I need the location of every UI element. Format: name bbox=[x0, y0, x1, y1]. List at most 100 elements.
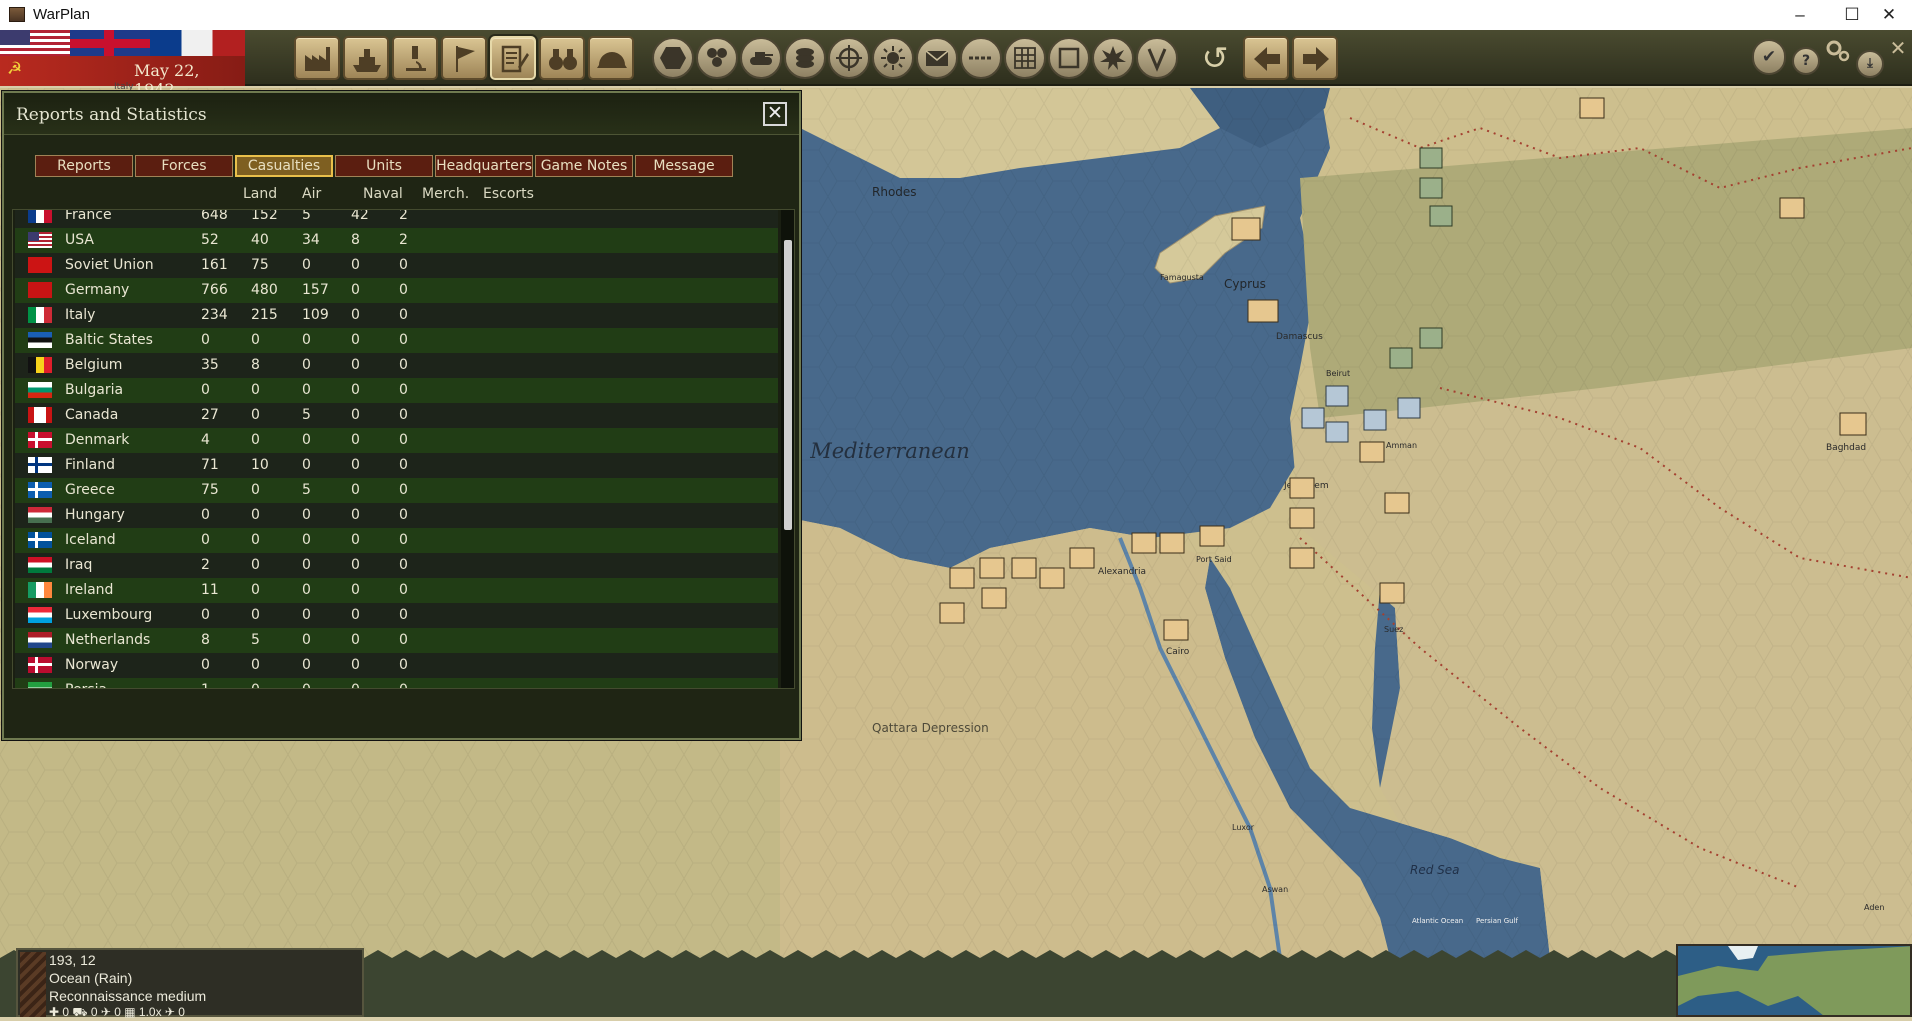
fr-flag-icon bbox=[28, 210, 52, 223]
previous-unit-button[interactable] bbox=[1243, 36, 1289, 80]
no-flag-icon bbox=[28, 657, 52, 673]
reports-button[interactable] bbox=[490, 36, 536, 80]
label-famagusta: Famagusta bbox=[1160, 273, 1204, 282]
label-damascus: Damascus bbox=[1276, 332, 1323, 342]
dk-flag-icon bbox=[28, 432, 52, 448]
table-row[interactable]: USA 52 40 34 8 2 bbox=[15, 228, 778, 253]
window-close-button[interactable]: ✕ bbox=[1866, 0, 1912, 30]
cell-escorts: 0 bbox=[399, 607, 408, 623]
french-flag-icon bbox=[150, 30, 245, 57]
ir-flag-icon bbox=[28, 682, 52, 688]
uk-flag-icon bbox=[70, 30, 150, 57]
victory-button[interactable] bbox=[1136, 37, 1178, 79]
tab-game-notes[interactable]: Game Notes bbox=[535, 155, 633, 177]
end-turn-button[interactable]: ✔ bbox=[1752, 39, 1786, 75]
arrow-right-icon bbox=[1303, 47, 1329, 71]
table-row[interactable]: Norway 0 0 0 0 0 bbox=[15, 653, 778, 678]
tab-forces[interactable]: Forces bbox=[135, 155, 233, 177]
intelligence-button[interactable] bbox=[539, 36, 585, 80]
terrain-texture-icon bbox=[20, 952, 46, 1017]
supply-line-icon bbox=[969, 56, 993, 60]
panel-close-button[interactable]: ✕ bbox=[763, 102, 787, 126]
table-row[interactable]: Italy 234 215 109 0 0 bbox=[15, 303, 778, 328]
table-row[interactable]: Hungary 0 0 0 0 0 bbox=[15, 503, 778, 528]
label-amman: Amman bbox=[1386, 441, 1417, 450]
undo-button[interactable]: ↺ bbox=[1197, 38, 1233, 78]
cell-land: 0 bbox=[201, 607, 210, 623]
hex-terrain: Ocean (Rain) bbox=[49, 970, 133, 986]
table-row[interactable]: Germany 766 480 157 0 0 bbox=[15, 278, 778, 303]
scrollbar-thumb[interactable] bbox=[784, 240, 792, 530]
window-title: WarPlan bbox=[33, 6, 90, 23]
cell-escorts: 0 bbox=[399, 282, 408, 298]
army-button[interactable] bbox=[588, 36, 634, 80]
casualties-table[interactable]: France 648 152 5 42 2 USA 52 40 34 8 2 Soviet Union 1… bbox=[12, 209, 795, 689]
armor-filter-button[interactable] bbox=[740, 37, 782, 79]
cell-land: 234 bbox=[201, 307, 228, 323]
help-button[interactable]: ? bbox=[1792, 47, 1820, 75]
settings-button[interactable] bbox=[1824, 36, 1852, 64]
target-button[interactable] bbox=[828, 37, 870, 79]
cell-merch: 0 bbox=[351, 307, 360, 323]
supply-button[interactable] bbox=[784, 37, 826, 79]
table-scrollbar[interactable] bbox=[781, 210, 794, 688]
table-row[interactable]: Netherlands 8 5 0 0 0 bbox=[15, 628, 778, 653]
research-button[interactable] bbox=[392, 36, 438, 80]
cell-air: 0 bbox=[251, 532, 260, 548]
minimap[interactable] bbox=[1676, 944, 1912, 1017]
minimize-button[interactable]: – bbox=[1777, 0, 1823, 30]
cell-merch: 0 bbox=[351, 457, 360, 473]
table-row[interactable]: Luxembourg 0 0 0 0 0 bbox=[15, 603, 778, 628]
table-row[interactable]: Iceland 0 0 0 0 0 bbox=[15, 528, 778, 553]
table-row[interactable]: Iraq 2 0 0 0 0 bbox=[15, 553, 778, 578]
table-row[interactable]: Denmark 4 0 0 0 0 bbox=[15, 428, 778, 453]
diplomacy-button[interactable] bbox=[441, 36, 487, 80]
messages-button[interactable] bbox=[916, 37, 958, 79]
weather-button[interactable] bbox=[872, 37, 914, 79]
label-cairo: Cairo bbox=[1166, 647, 1190, 657]
save-button[interactable]: ⤓ bbox=[1856, 50, 1884, 78]
hex-button[interactable] bbox=[652, 37, 694, 79]
table-row[interactable]: Belgium 35 8 0 0 0 bbox=[15, 353, 778, 378]
cell-merch: 0 bbox=[351, 657, 360, 673]
cell-escorts: 0 bbox=[399, 382, 408, 398]
cell-land: 27 bbox=[201, 407, 219, 423]
table-row[interactable]: Baltic States 0 0 0 0 0 bbox=[15, 328, 778, 353]
next-unit-button[interactable] bbox=[1292, 36, 1338, 80]
cell-escorts: 0 bbox=[399, 457, 408, 473]
table-row[interactable]: Bulgaria 0 0 0 0 0 bbox=[15, 378, 778, 403]
table-row[interactable]: Finland 71 10 0 0 0 bbox=[15, 453, 778, 478]
label-port-said: Port Said bbox=[1196, 555, 1232, 564]
tab-units[interactable]: Units bbox=[335, 155, 433, 177]
hexes-button[interactable] bbox=[696, 37, 738, 79]
table-row[interactable]: Canada 27 0 5 0 0 bbox=[15, 403, 778, 428]
supply-lines-button[interactable] bbox=[960, 37, 1002, 79]
combat-button[interactable] bbox=[1092, 37, 1134, 79]
it-flag-icon bbox=[28, 307, 52, 323]
tab-headquarters[interactable]: Headquarters bbox=[435, 155, 533, 177]
cell-escorts: 0 bbox=[399, 432, 408, 448]
tab-casualties[interactable]: Casualties bbox=[235, 155, 333, 177]
table-row[interactable]: Greece 75 0 5 0 0 bbox=[15, 478, 778, 503]
tab-message[interactable]: Message bbox=[635, 155, 733, 177]
cell-naval: 109 bbox=[302, 307, 329, 323]
cell-escorts: 0 bbox=[399, 482, 408, 498]
label-red-sea: Red Sea bbox=[1410, 863, 1460, 877]
fi-flag-icon bbox=[28, 457, 52, 473]
quit-button[interactable]: ✕ bbox=[1886, 36, 1910, 60]
label-persian-gulf: Persian Gulf bbox=[1476, 917, 1519, 925]
tab-reports[interactable]: Reports bbox=[35, 155, 133, 177]
explosion-icon bbox=[1100, 46, 1126, 70]
cell-merch: 0 bbox=[351, 582, 360, 598]
table-row[interactable]: Ireland 11 0 0 0 0 bbox=[15, 578, 778, 603]
table-row[interactable]: France 648 152 5 42 2 bbox=[15, 209, 778, 228]
grid-button[interactable] bbox=[1004, 37, 1046, 79]
production-button[interactable] bbox=[294, 36, 340, 80]
cell-land: 4 bbox=[201, 432, 210, 448]
frame-button[interactable] bbox=[1048, 37, 1090, 79]
table-row[interactable]: Persia 1 0 0 0 0 bbox=[15, 678, 778, 688]
cell-merch: 0 bbox=[351, 507, 360, 523]
naval-button[interactable] bbox=[343, 36, 389, 80]
country-name: France bbox=[65, 209, 112, 223]
table-row[interactable]: Soviet Union 161 75 0 0 0 bbox=[15, 253, 778, 278]
